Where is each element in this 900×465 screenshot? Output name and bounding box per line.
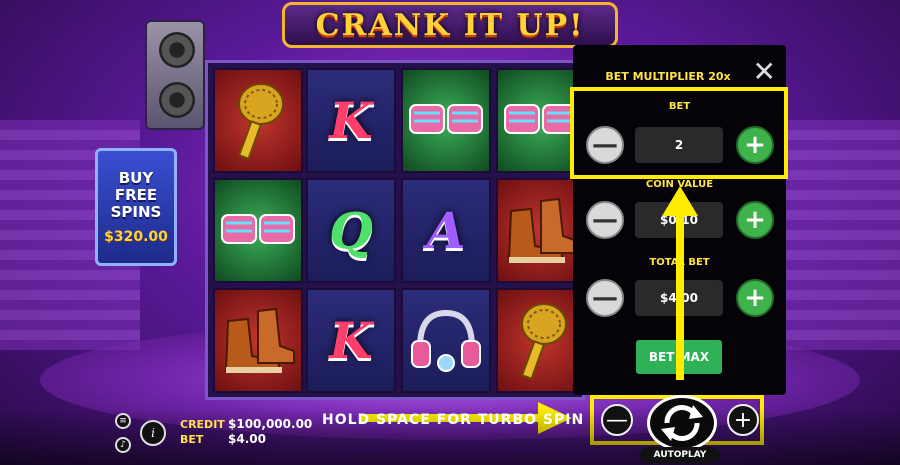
total-bet-minus-button[interactable]: — [586,279,624,317]
headphones-icon [411,309,481,372]
symbol-k: K [329,91,373,150]
bet-highlight-box [570,87,788,179]
letter-symbol: K [306,288,396,393]
autoplay-button[interactable]: AUTOPLAY [640,447,720,463]
total-bet-plus-button[interactable]: + [736,279,774,317]
speaker-icon [145,20,205,130]
credit-label: CREDIT [180,418,225,431]
decrease-bet-button[interactable]: — [601,404,633,436]
microphone-icon [237,82,284,160]
sunglasses-symbol [213,178,303,283]
sunglasses-icon [409,103,483,134]
bet-multiplier-title: BET MULTIPLIER 20x [605,70,731,83]
spin-arrows-icon [661,404,703,442]
buy-free-spins-button[interactable]: BUY FREE SPINS $320.00 [95,148,177,266]
menu-icon[interactable]: ≡ [115,413,131,429]
buy-label: BUY [118,168,154,187]
sunglasses-symbol [401,68,491,173]
arrow-up-shaft [676,210,684,380]
sneakers-icon [507,197,578,263]
sneakers-symbol [213,288,303,393]
game-title: CRANK IT UP! [315,7,585,43]
buy-price: $320.00 [104,228,168,245]
letter-symbol: A [401,178,491,283]
sneakers-icon [224,307,295,373]
headphones-symbol [401,288,491,393]
game-title-logo: CRANK IT UP! [282,2,618,48]
bet-label-bottom: BET [180,433,204,446]
info-icon[interactable]: i [140,420,166,446]
sunglasses-icon [221,213,295,244]
reel-grid: K Q K A [205,60,586,400]
coin-value-minus-button[interactable]: — [586,201,624,239]
letter-symbol: Q [306,178,396,283]
letter-symbol: K [306,68,396,173]
bet-value-bottom: $4.00 [228,432,266,446]
symbol-k: K [329,311,373,370]
free-label: FREE [114,185,158,204]
coin-value-plus-button[interactable]: + [736,201,774,239]
spin-button[interactable] [647,395,717,451]
symbol-a: A [426,201,466,260]
symbol-q: Q [329,201,373,260]
sunglasses-icon [504,103,578,134]
turbo-spin-hint: HOLD SPACE FOR TURBO SPIN [322,412,585,428]
microphone-symbol [213,68,303,173]
arrow-up-icon [662,186,698,216]
sound-icon[interactable]: ♪ [115,437,131,453]
spins-label: SPINS [110,202,162,221]
increase-bet-button[interactable]: + [727,404,759,436]
microphone-icon [520,302,567,380]
credit-value: $100,000.00 [228,417,313,431]
